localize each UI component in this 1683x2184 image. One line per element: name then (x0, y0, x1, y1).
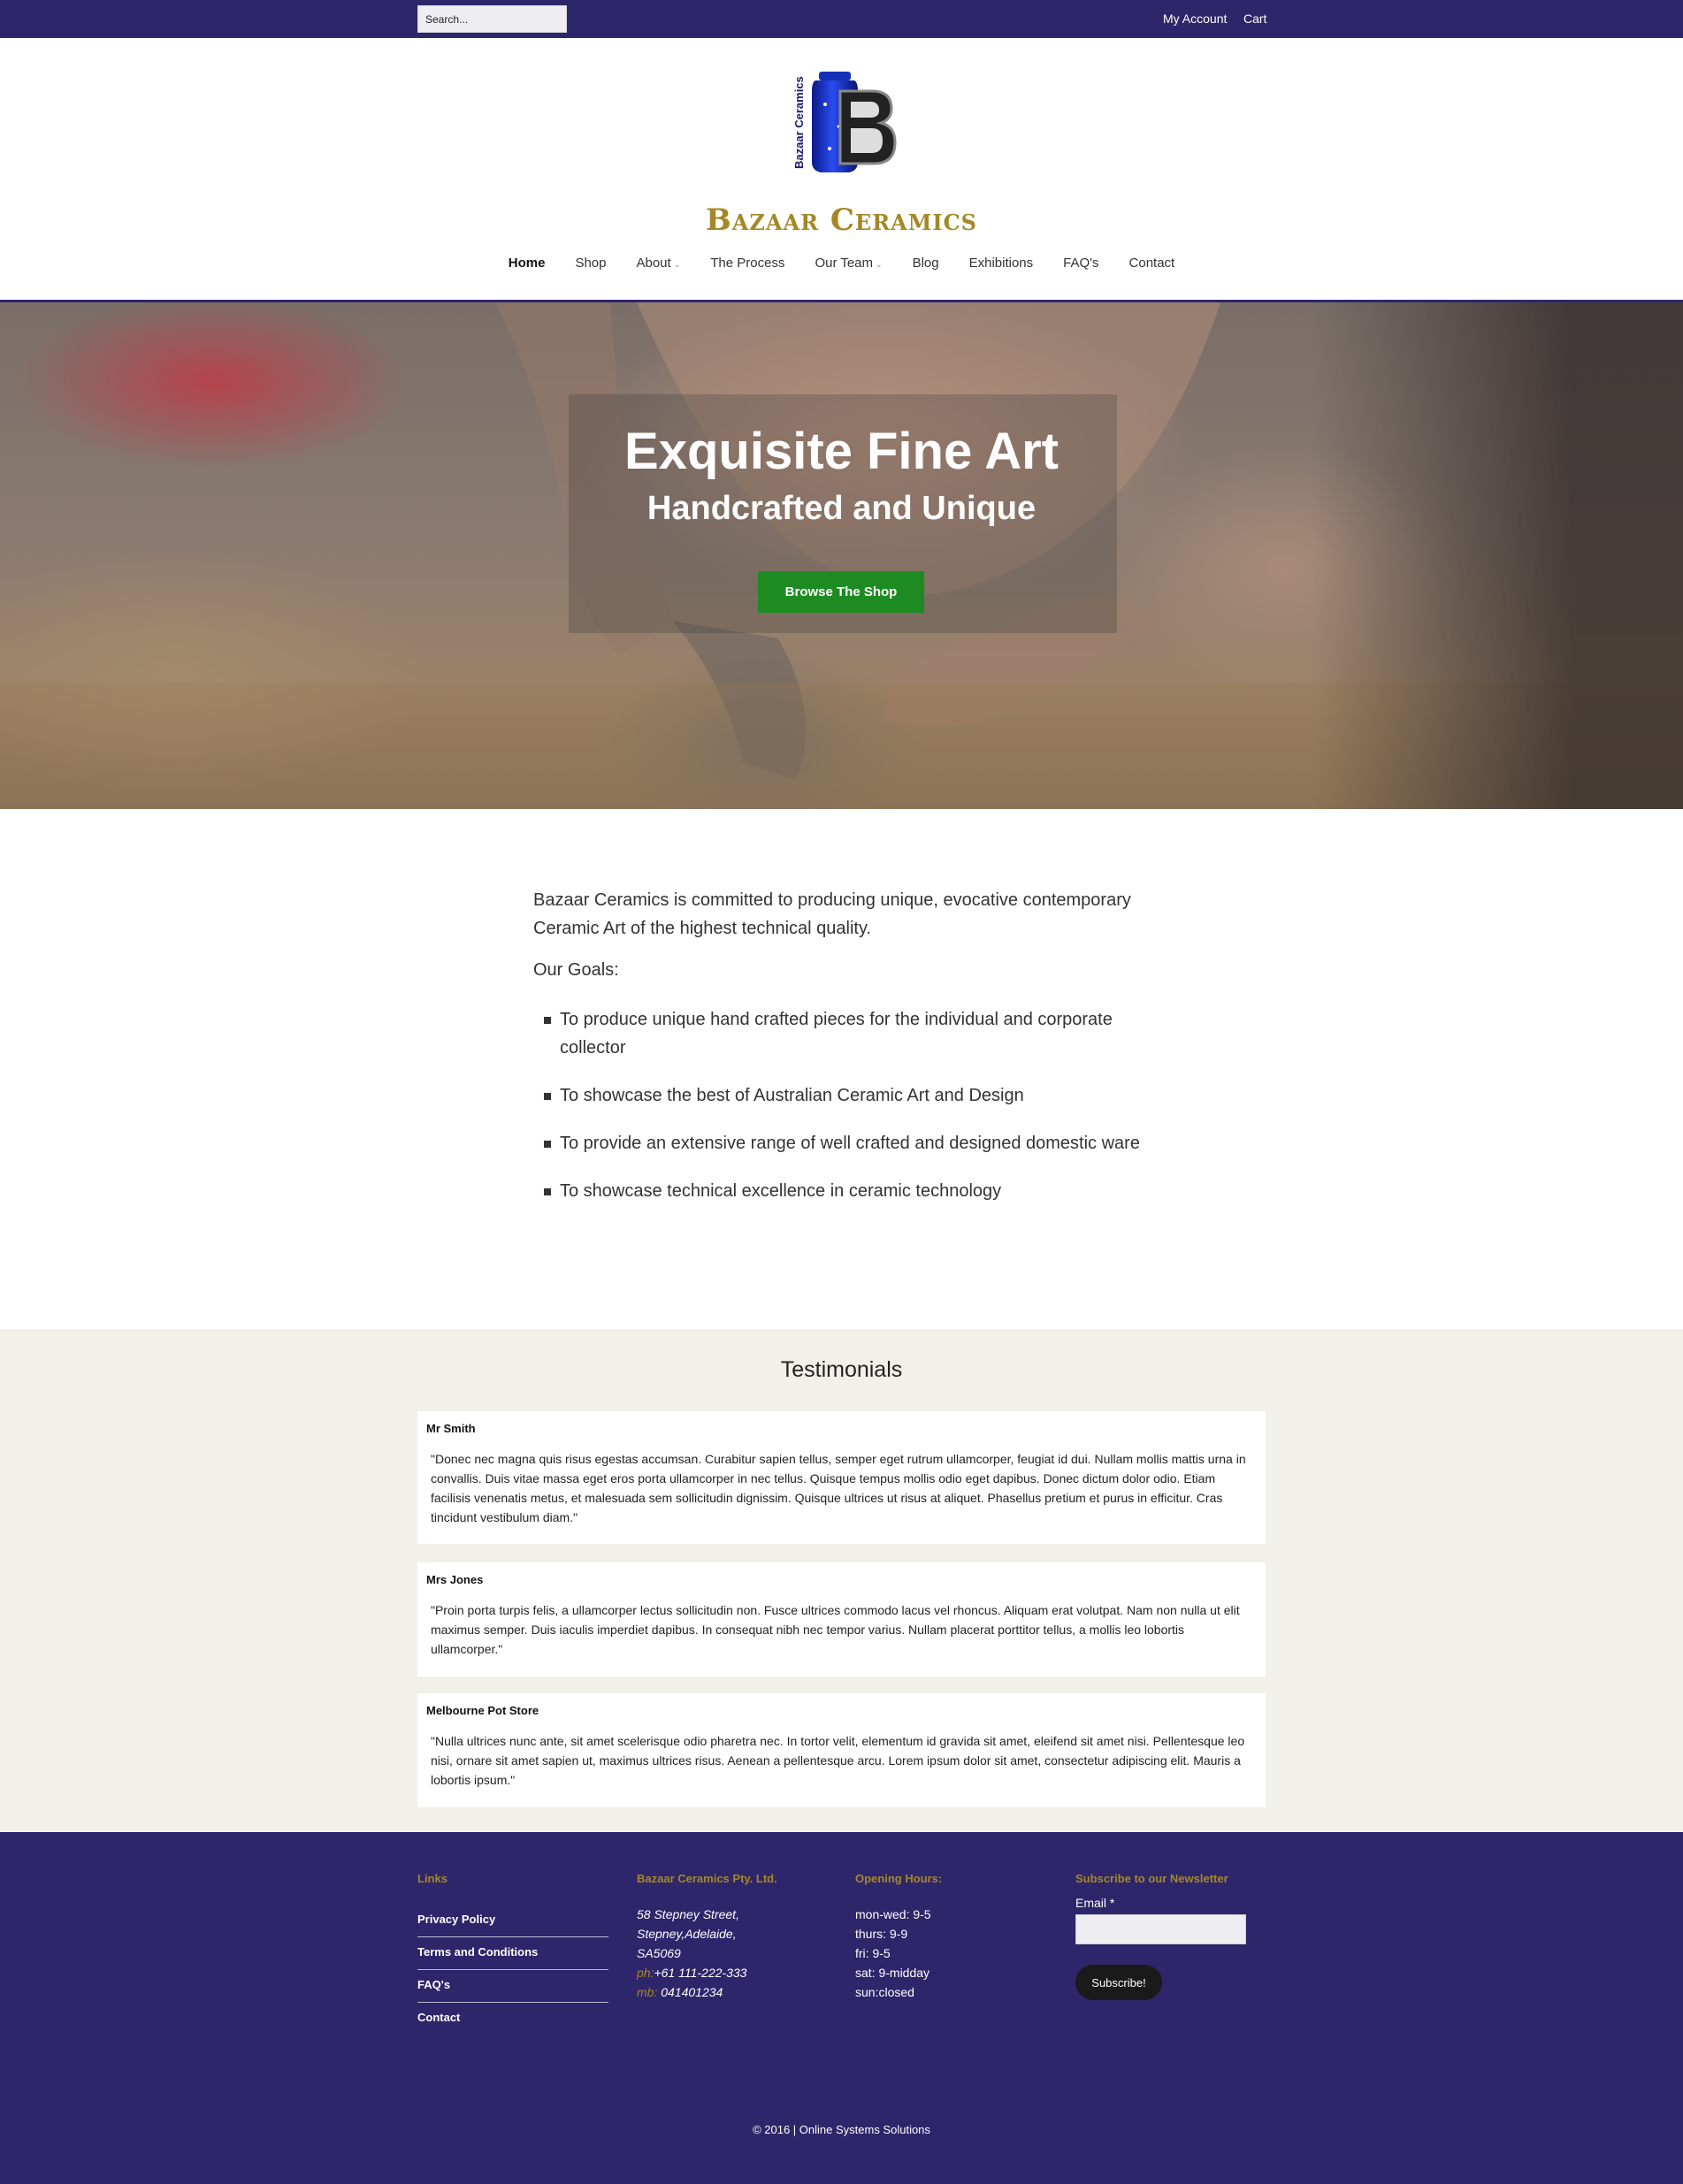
opening-hours-list: mon-wed: 9-5 thurs: 9-9 fri: 9-5 sat: 9-… (855, 1905, 942, 2002)
cart-link[interactable]: Cart (1243, 11, 1266, 26)
footer-link-item: Terms and Conditions (417, 1937, 608, 1970)
nav-exhibitions[interactable]: Exhibitions (954, 256, 1049, 271)
footer-link-contact[interactable]: Contact (417, 2011, 460, 2024)
company-address: 58 Stepney Street, Stepney,Adelaide, SA5… (637, 1905, 777, 2002)
nav-about[interactable]: About ⌄ (621, 256, 695, 271)
required-mark: * (1109, 1896, 1115, 1910)
footer-link-item: Contact (417, 2003, 608, 2035)
copyright: © 2016 | Online Systems Solutions (753, 2123, 930, 2136)
hours-line: mon-wed: 9-5 (855, 1907, 931, 1921)
testimonial-author: Mrs Jones (426, 1573, 484, 1586)
logo-vertical-text: Bazaar Ceramics (792, 76, 806, 169)
footer-link-faqs[interactable]: FAQ's (417, 1978, 450, 1991)
nav-shop[interactable]: Shop (560, 256, 621, 271)
hours-line: thurs: 9-9 (855, 1927, 908, 1941)
testimonial-card: Mr Smith "Donec nec magna quis risus ege… (417, 1411, 1266, 1544)
testimonials-section: Testimonials Mr Smith "Donec nec magna q… (0, 1329, 1683, 1832)
intro-paragraph: Bazaar Ceramics is committed to producin… (533, 890, 1131, 938)
footer-links-title: Links (417, 1872, 448, 1885)
phone-line: ph:+61 111-222-333 (637, 1963, 777, 1982)
goal-text: To produce unique hand crafted pieces fo… (560, 1010, 1113, 1058)
testimonial-quote: "Donec nec magna quis risus egestas accu… (431, 1452, 1246, 1524)
top-bar: My Account Cart (0, 0, 1683, 38)
chevron-down-icon: ⌄ (876, 260, 883, 269)
footer-link-privacy[interactable]: Privacy Policy (417, 1913, 495, 1926)
goal-item: To provide an extensive range of well cr… (544, 1129, 1152, 1157)
goal-item: To showcase technical excellence in cera… (544, 1177, 1152, 1205)
newsletter-title: Subscribe to our Newsletter (1075, 1872, 1228, 1885)
testimonial-quote: "Nulla ultrices nunc ante, sit amet scel… (431, 1734, 1245, 1787)
footer-links-column: Links Privacy Policy Terms and Condition… (417, 1872, 608, 2035)
hero-banner: Exquisite Fine Art Handcrafted and Uniqu… (0, 302, 1683, 809)
footer-company-title: Bazaar Ceramics Pty. Ltd. (637, 1872, 777, 1885)
nav-about-label: About (636, 256, 671, 271)
main-nav: Home Shop About ⌄ The Process Our Team ⌄ B… (0, 256, 1683, 271)
footer-link-item: Privacy Policy (417, 1905, 608, 1937)
goal-text: To showcase technical excellence in cera… (560, 1181, 1002, 1201)
goal-item: To produce unique hand crafted pieces fo… (544, 1005, 1152, 1062)
testimonial-quote: "Proin porta turpis felis, a ullamcorper… (431, 1603, 1240, 1656)
site-footer: Links Privacy Policy Terms and Condition… (0, 1832, 1683, 2184)
bullet-icon (544, 1017, 551, 1024)
hero-subtitle: Handcrafted and Unique (646, 490, 1037, 527)
footer-hours-column: Opening Hours: mon-wed: 9-5 thurs: 9-9 f… (855, 1872, 942, 2002)
mobile-line: mb: 041401234 (637, 1982, 777, 2002)
goals-title: Our Goals: (533, 960, 619, 980)
nav-our-team[interactable]: Our Team ⌄ (799, 256, 897, 271)
bullet-icon (544, 1188, 551, 1195)
hero-shadow (1312, 302, 1683, 809)
testimonials-title: Testimonials (780, 1357, 903, 1382)
bullet-icon (544, 1093, 551, 1100)
nav-blog[interactable]: Blog (898, 256, 954, 271)
testimonial-card: Mrs Jones "Proin porta turpis felis, a u… (417, 1562, 1266, 1676)
nav-faqs[interactable]: FAQ's (1048, 256, 1113, 271)
hours-line: sun:closed (855, 1985, 914, 1999)
goals-list: To produce unique hand crafted pieces fo… (533, 1005, 1152, 1205)
address-line: Stepney,Adelaide, (637, 1927, 737, 1941)
footer-link-item: FAQ's (417, 1970, 608, 2003)
testimonial-author: Mr Smith (426, 1422, 476, 1435)
intro-section: Bazaar Ceramics is committed to producin… (533, 886, 1152, 1225)
goal-item: To showcase the best of Australian Ceram… (544, 1081, 1152, 1110)
browse-shop-button[interactable]: Browse The Shop (758, 571, 924, 613)
chevron-down-icon: ⌄ (673, 260, 681, 269)
hours-line: fri: 9-5 (855, 1946, 891, 1960)
email-label: Email * (1075, 1896, 1246, 1910)
nav-contact[interactable]: Contact (1114, 256, 1190, 271)
address-line: SA5069 (637, 1946, 681, 1960)
hero-title: Exquisite Fine Art (624, 423, 1059, 480)
footer-links-list: Privacy Policy Terms and Conditions FAQ'… (417, 1905, 608, 2035)
nav-home[interactable]: Home (493, 256, 561, 271)
logo-wordmark[interactable]: Bazaar Ceramics (0, 202, 1683, 238)
mobile-number[interactable]: 041401234 (657, 1985, 723, 1999)
goal-text: To provide an extensive range of well cr… (560, 1134, 1140, 1153)
bullet-icon (544, 1141, 551, 1148)
hours-line: sat: 9-midday (855, 1966, 930, 1980)
testimonial-author: Melbourne Pot Store (426, 1704, 539, 1717)
footer-company-column: Bazaar Ceramics Pty. Ltd. 58 Stepney Str… (637, 1872, 777, 2002)
opening-hours-title: Opening Hours: (855, 1872, 943, 1885)
my-account-link[interactable]: My Account (1163, 11, 1227, 26)
bazaar-ceramics-logo-icon[interactable]: Bazaar Ceramics (785, 65, 900, 179)
goal-text: To showcase the best of Australian Ceram… (560, 1086, 1024, 1105)
phone-number[interactable]: +61 111-222-333 (654, 1966, 746, 1980)
email-label-text: Email (1075, 1896, 1107, 1910)
footer-newsletter-column: Subscribe to our Newsletter Email * Subs… (1075, 1872, 1246, 2000)
subscribe-button[interactable]: Subscribe! (1075, 1965, 1162, 2000)
nav-the-process[interactable]: The Process (695, 256, 799, 271)
footer-link-terms[interactable]: Terms and Conditions (417, 1945, 538, 1959)
search-input[interactable] (417, 5, 567, 33)
site-header: Bazaar Ceramics Bazaar Ceramics Home Sho… (0, 38, 1683, 302)
address-line: 58 Stepney Street, (637, 1907, 739, 1921)
testimonial-card: Melbourne Pot Store "Nulla ultrices nunc… (417, 1693, 1266, 1807)
newsletter-email-input[interactable] (1075, 1914, 1246, 1944)
phone-label: ph: (637, 1966, 654, 1980)
mobile-label: mb: (637, 1985, 658, 1999)
nav-our-team-label: Our Team (815, 256, 874, 271)
